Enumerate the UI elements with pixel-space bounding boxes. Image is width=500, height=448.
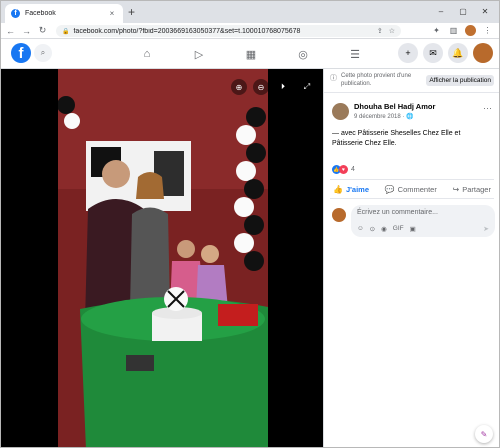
post-actions: 👍 J'aime 💬 Commenter ↪ Partager xyxy=(330,179,494,199)
emoji-icon[interactable]: ⊙ xyxy=(370,225,375,233)
address-bar-icons: ⇪ ☆ xyxy=(377,27,395,35)
more-options-icon[interactable]: ··· xyxy=(483,103,492,113)
tab-facebook[interactable]: f Facebook × xyxy=(5,4,123,23)
like-button[interactable]: 👍 J'aime xyxy=(330,185,372,194)
main-nav: ⌂ ▷ ▦ ◎ ☰ xyxy=(121,39,381,69)
viewer-controls: ⏵ ⤢ xyxy=(275,79,315,95)
facebook-favicon-icon: f xyxy=(11,9,20,18)
notice-text: Cette photo provient d'une publication. xyxy=(341,73,412,87)
comment-composer: Écrivez un commentaire... ☺ ⊙ ◉ GIF ▣ ➤ xyxy=(332,205,496,237)
reload-icon[interactable]: ↻ xyxy=(36,24,49,37)
menu-icon[interactable]: ☰ xyxy=(329,48,381,61)
navigation-bar: ← → ↻ 🔒 facebook.com/photo/?fbid=2003669… xyxy=(1,23,499,39)
messenger-icon[interactable]: ✉ xyxy=(423,43,443,63)
tab-title: Facebook xyxy=(25,10,56,17)
send-icon[interactable]: ➤ xyxy=(483,225,489,233)
lock-icon[interactable]: 🔒 xyxy=(62,28,69,35)
home-icon[interactable]: ⌂ xyxy=(121,48,173,60)
marketplace-icon[interactable]: ▦ xyxy=(225,48,277,61)
photo-image[interactable] xyxy=(58,69,268,447)
share-label: Partager xyxy=(462,184,491,194)
tab-strip: f Facebook × + – ▢ ✕ xyxy=(1,1,499,23)
tag-icon[interactable]: ⏵ xyxy=(275,79,291,95)
author-avatar[interactable] xyxy=(332,102,349,120)
zoom-controls: ⊕ ⊖ xyxy=(231,79,269,95)
new-tab-button[interactable]: + xyxy=(128,6,135,18)
facebook-header: f ⌕ ⌂ ▷ ▦ ◎ ☰ + ✉ 🔔 xyxy=(1,39,499,69)
url-text[interactable]: facebook.com/photo/?fbid=200366916305037… xyxy=(73,28,376,35)
header-actions: + ✉ 🔔 xyxy=(398,43,493,63)
forward-icon[interactable]: → xyxy=(20,24,33,37)
account-avatar[interactable] xyxy=(473,43,493,63)
fullscreen-icon[interactable]: ⤢ xyxy=(299,79,315,95)
camera-icon[interactable]: ◉ xyxy=(381,225,387,233)
create-icon[interactable]: + xyxy=(398,43,418,63)
bookmark-star-icon[interactable]: ☆ xyxy=(389,27,395,35)
new-message-icon[interactable]: ✎ xyxy=(475,425,493,443)
share-icon: ↪ xyxy=(452,184,460,194)
browser-menu-icon[interactable]: ⋮ xyxy=(482,25,493,36)
reaction-count: 4 xyxy=(351,166,355,173)
comment-label: Commenter xyxy=(397,184,437,194)
zoom-out-icon[interactable]: ⊖ xyxy=(253,79,269,95)
love-reaction-icon: ♥ xyxy=(339,165,348,174)
post-caption: — avec Pâtisserie Sheselles Chez Elle et… xyxy=(332,130,461,147)
zoom-in-icon[interactable]: ⊕ xyxy=(231,79,247,95)
author-name[interactable]: Dhouha Bel Hadj Amor xyxy=(354,102,435,111)
comment-placeholder: Écrivez un commentaire... xyxy=(357,209,438,216)
close-window-icon[interactable]: ✕ xyxy=(475,3,495,19)
tab-close-icon[interactable]: × xyxy=(107,9,117,18)
groups-icon[interactable]: ◎ xyxy=(277,48,329,61)
user-avatar xyxy=(332,208,346,222)
comment-input[interactable]: Écrivez un commentaire... ☺ ⊙ ◉ GIF ▣ ➤ xyxy=(351,205,495,237)
comment-button[interactable]: 💬 Commenter xyxy=(382,185,440,194)
address-bar[interactable]: 🔒 facebook.com/photo/?fbid=2003669163050… xyxy=(56,25,401,37)
browser-window: f Facebook × + – ▢ ✕ ← → ↻ 🔒 facebook.co… xyxy=(0,0,500,448)
watch-icon[interactable]: ▷ xyxy=(173,48,225,61)
photo-info-panel: ⓘ Cette photo provient d'une publication… xyxy=(323,69,499,447)
post-date[interactable]: 9 décembre 2018 · 🌐 xyxy=(354,113,435,120)
photo-illustration xyxy=(58,69,268,447)
author-info: Dhouha Bel Hadj Amor 9 décembre 2018 · 🌐 xyxy=(354,102,435,120)
extension-icons: ✦ ▥ ⋮ xyxy=(431,25,493,36)
like-icon: 👍 xyxy=(333,184,343,194)
notifications-icon[interactable]: 🔔 xyxy=(448,43,468,63)
share-button[interactable]: ↪ Partager xyxy=(450,185,494,194)
search-icon[interactable]: ⌕ xyxy=(34,44,52,62)
view-post-button[interactable]: Afficher la publication xyxy=(426,75,494,86)
info-icon: ⓘ xyxy=(330,75,337,82)
author-block: Dhouha Bel Hadj Amor 9 décembre 2018 · 🌐… xyxy=(332,99,496,123)
avatar-sticker-icon[interactable]: ☺ xyxy=(357,225,364,233)
window-controls: – ▢ ✕ xyxy=(431,3,495,19)
reactions-summary[interactable]: 👍 ♥ 4 xyxy=(332,165,355,174)
facebook-logo[interactable]: f xyxy=(11,43,31,63)
comment-icon: 💬 xyxy=(384,184,395,194)
like-label: J'aime xyxy=(345,184,370,194)
back-icon[interactable]: ← xyxy=(4,24,17,37)
minimize-icon[interactable]: – xyxy=(431,3,451,19)
side-panel-icon[interactable]: ▥ xyxy=(448,25,459,36)
extensions-puzzle-icon[interactable]: ✦ xyxy=(431,25,442,36)
photo-viewer: ⊕ ⊖ ⏵ ⤢ xyxy=(1,69,323,447)
profile-avatar[interactable] xyxy=(465,25,476,36)
comment-tools: ☺ ⊙ ◉ GIF ▣ xyxy=(357,225,416,233)
sticker-icon[interactable]: ▣ xyxy=(410,225,416,233)
share-page-icon[interactable]: ⇪ xyxy=(377,27,383,35)
gif-icon[interactable]: GIF xyxy=(393,225,404,233)
maximize-icon[interactable]: ▢ xyxy=(453,3,473,19)
post-notice: ⓘ Cette photo provient d'une publication… xyxy=(324,69,499,93)
